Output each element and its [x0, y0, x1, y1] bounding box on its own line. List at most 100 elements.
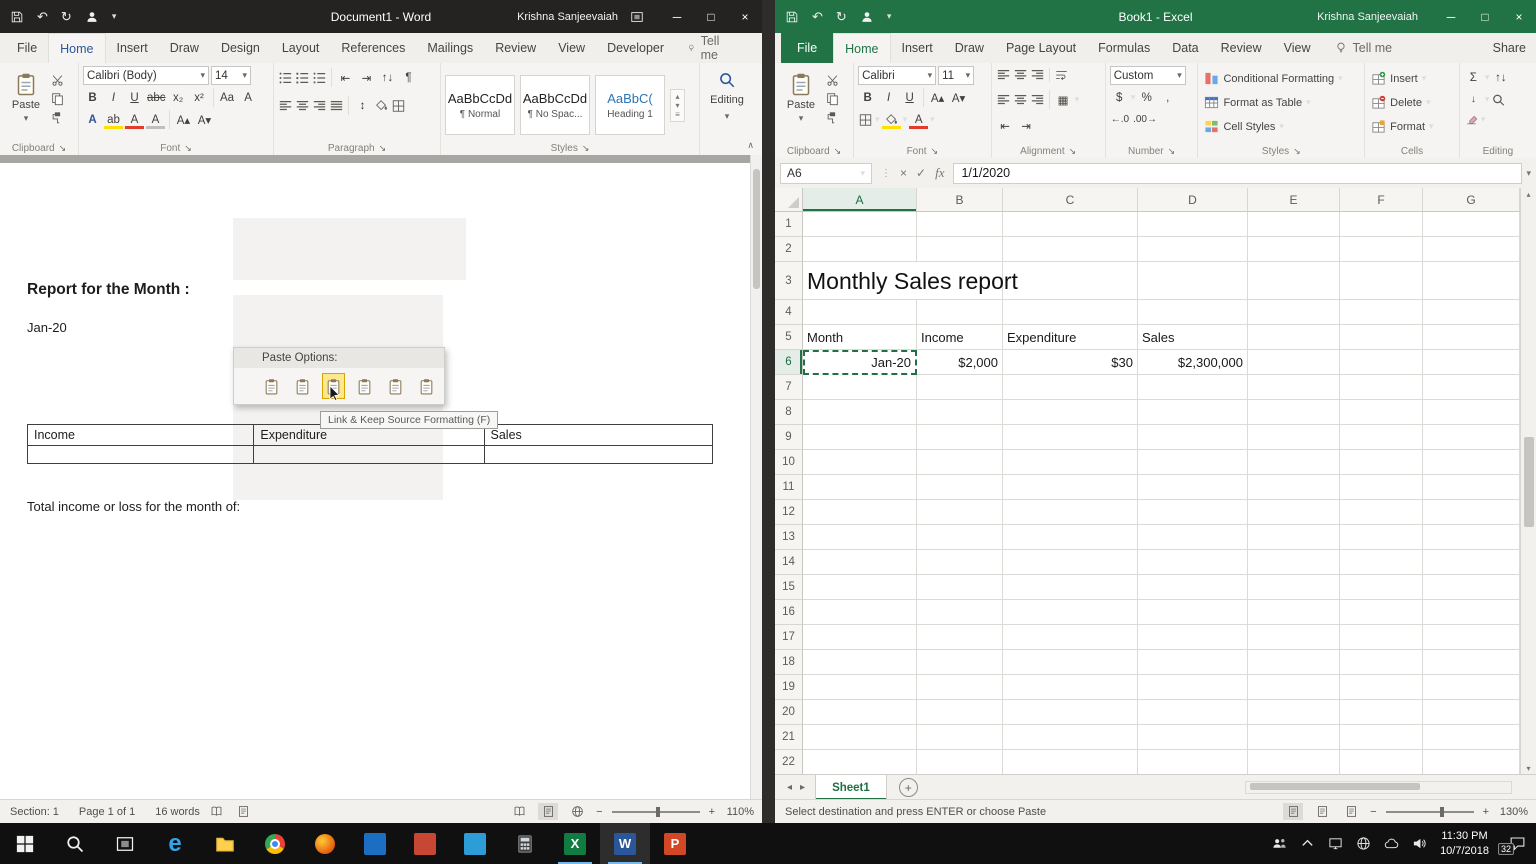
cell-F4[interactable] — [1340, 300, 1423, 325]
strikethrough-button[interactable]: abc — [146, 88, 167, 107]
row-header-11[interactable]: 11 — [775, 475, 803, 500]
bullets-icon[interactable] — [278, 71, 293, 85]
cell-C8[interactable] — [1003, 400, 1138, 425]
tab-insert[interactable]: Insert — [106, 33, 159, 63]
action-center-button[interactable]: 32 — [1502, 833, 1526, 855]
tab-data[interactable]: Data — [1161, 33, 1209, 63]
tab-insert[interactable]: Insert — [891, 33, 944, 63]
speaker-icon[interactable] — [1412, 836, 1427, 851]
paste-dropdown-icon[interactable]: ▾ — [799, 113, 804, 124]
cell-B12[interactable] — [917, 500, 1003, 525]
cell-D10[interactable] — [1138, 450, 1248, 475]
decrease-indent-button[interactable]: ⇤ — [336, 68, 355, 87]
paste-option-keep-source-formatting-icon[interactable] — [260, 373, 283, 399]
normal-view-icon[interactable] — [1283, 803, 1303, 820]
paste-button[interactable]: Paste ▾ — [779, 66, 823, 143]
editing-dropdown-icon[interactable]: ▾ — [725, 111, 730, 122]
tab-design[interactable]: Design — [210, 33, 271, 63]
cancel-formula-icon[interactable]: × — [900, 166, 907, 180]
name-box[interactable]: A6▾ — [780, 163, 872, 184]
expand-formula-bar-icon[interactable]: ▾ — [1526, 168, 1531, 179]
people-icon[interactable] — [1272, 836, 1287, 851]
cell-F3[interactable] — [1340, 262, 1423, 300]
cell-E15[interactable] — [1248, 575, 1340, 600]
cell-A18[interactable] — [803, 650, 917, 675]
tab-developer[interactable]: Developer — [596, 33, 675, 63]
cell-B2[interactable] — [917, 237, 1003, 262]
cell-G8[interactable] — [1423, 400, 1520, 425]
alignment-dialog-launcher-icon[interactable]: ↘ — [1069, 146, 1077, 156]
italic-button[interactable]: I — [104, 88, 123, 107]
sort-filter-button[interactable]: ↑↓ — [1491, 68, 1510, 87]
show-hidden-icons-chevron-icon[interactable] — [1300, 836, 1315, 851]
comma-style-button[interactable]: , — [1158, 88, 1177, 107]
cut-icon[interactable] — [50, 73, 65, 87]
editing-group[interactable]: Editing ▾ — [700, 63, 754, 155]
underline-button[interactable]: U — [125, 88, 144, 107]
numbering-icon[interactable] — [295, 71, 310, 85]
word-page[interactable]: Report for the Month : Jan-20 Income Exp… — [0, 163, 751, 800]
cell-D14[interactable] — [1138, 550, 1248, 575]
zoom-percent[interactable]: 110% — [724, 806, 754, 818]
format-cells-button[interactable]: Format▾ — [1369, 116, 1455, 137]
cell-E11[interactable] — [1248, 475, 1340, 500]
redo-icon[interactable]: ↻ — [61, 10, 72, 23]
cell-E22[interactable] — [1248, 750, 1340, 775]
shrink-font-button[interactable]: A▾ — [195, 110, 214, 129]
cell-C9[interactable] — [1003, 425, 1138, 450]
print-layout-icon[interactable] — [538, 803, 558, 820]
touch-mode-icon[interactable] — [85, 10, 99, 24]
cell-G14[interactable] — [1423, 550, 1520, 575]
tab-formulas[interactable]: Formulas — [1087, 33, 1161, 63]
cell-D15[interactable] — [1138, 575, 1248, 600]
tab-file[interactable]: File — [6, 33, 48, 63]
row-header-6[interactable]: 6 — [775, 350, 803, 375]
cell-F8[interactable] — [1340, 400, 1423, 425]
cell-D20[interactable] — [1138, 700, 1248, 725]
cell-E6[interactable] — [1248, 350, 1340, 375]
paste-option-keep-text-only-icon[interactable] — [415, 373, 438, 399]
cell-F11[interactable] — [1340, 475, 1423, 500]
increase-indent-button[interactable]: ⇥ — [357, 68, 376, 87]
zoom-in-button[interactable]: + — [1483, 806, 1489, 818]
cut-icon[interactable] — [825, 73, 840, 87]
cell-G16[interactable] — [1423, 600, 1520, 625]
style-no-spacing[interactable]: AaBbCcDd ¶ No Spac... — [520, 75, 590, 135]
style-normal[interactable]: AaBbCcDd ¶ Normal — [445, 75, 515, 135]
align-center-icon[interactable] — [295, 99, 310, 113]
row-header-16[interactable]: 16 — [775, 600, 803, 625]
cell-G21[interactable] — [1423, 725, 1520, 750]
row-header-21[interactable]: 21 — [775, 725, 803, 750]
zoom-slider[interactable] — [612, 811, 700, 813]
cell-E1[interactable] — [1248, 212, 1340, 237]
char-shading-button[interactable]: A — [146, 110, 165, 129]
cell-C12[interactable] — [1003, 500, 1138, 525]
share-button[interactable]: Share — [1474, 41, 1526, 55]
grow-font-button[interactable]: A▴ — [928, 88, 947, 107]
line-spacing-button[interactable]: ↕ — [353, 96, 372, 115]
taskbar-app-button-1[interactable] — [350, 823, 400, 864]
row-header-5[interactable]: 5 — [775, 325, 803, 350]
borders-icon[interactable] — [858, 113, 873, 127]
align-center-icon[interactable] — [1013, 93, 1028, 107]
cell-B20[interactable] — [917, 700, 1003, 725]
redo-icon[interactable]: ↻ — [836, 10, 847, 23]
select-all-corner[interactable] — [775, 188, 803, 211]
word-vertical-scrollbar[interactable] — [750, 155, 762, 800]
paste-option-link-use-destination-styles-icon[interactable] — [353, 373, 376, 399]
decrease-decimal-button[interactable]: .00→ — [1132, 110, 1158, 129]
cell-F14[interactable] — [1340, 550, 1423, 575]
subscript-button[interactable]: x₂ — [169, 88, 188, 107]
shading-icon[interactable] — [374, 99, 389, 113]
styles-dialog-launcher-icon[interactable]: ↘ — [1293, 146, 1301, 156]
superscript-button[interactable]: x² — [190, 88, 209, 107]
excel-scrollbar-thumb[interactable] — [1524, 437, 1534, 527]
cell-G10[interactable] — [1423, 450, 1520, 475]
new-sheet-button[interactable]: + — [899, 778, 918, 797]
cell-D8[interactable] — [1138, 400, 1248, 425]
taskbar-calculator-button[interactable] — [500, 823, 550, 864]
cell-C1[interactable] — [1003, 212, 1138, 237]
cell-F2[interactable] — [1340, 237, 1423, 262]
cell-C5[interactable]: Expenditure — [1003, 325, 1138, 350]
row-header-3[interactable]: 3 — [775, 262, 803, 300]
